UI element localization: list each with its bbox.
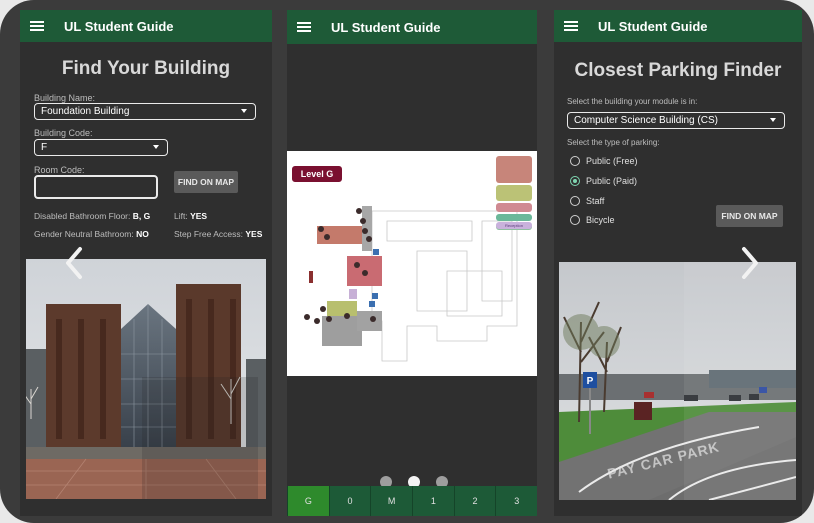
svg-text:P: P bbox=[587, 376, 594, 387]
page-title: Find Your Building bbox=[61, 58, 231, 79]
gender-neutral-info: Gender Neutral Bathroom: NO bbox=[34, 229, 149, 239]
find-on-map-button[interactable]: FIND ON MAP bbox=[716, 205, 783, 227]
building-name-dropdown[interactable]: Foundation Building bbox=[34, 103, 256, 120]
building-code-label: Building Code: bbox=[34, 128, 93, 138]
chevron-down-icon bbox=[153, 145, 159, 149]
step-free-info: Step Free Access: YES bbox=[174, 229, 262, 239]
disabled-bathroom-info: Disabled Bathroom Floor: B, G bbox=[34, 211, 150, 221]
floor-map-screen: UL Student Guide Reception Level G G 0 M… bbox=[287, 10, 537, 516]
room-code-input[interactable] bbox=[34, 175, 158, 199]
chevron-down-icon bbox=[241, 109, 247, 113]
radio-label: Bicycle bbox=[586, 215, 615, 225]
disabled-bathroom-value: B, G bbox=[132, 211, 151, 221]
app-title: UL Student Guide bbox=[331, 19, 441, 35]
radio-button[interactable] bbox=[570, 156, 580, 166]
radio-button-selected[interactable] bbox=[570, 176, 580, 186]
app-title: UL Student Guide bbox=[598, 18, 708, 34]
level-tab-m[interactable]: M bbox=[370, 486, 413, 516]
app-title: UL Student Guide bbox=[64, 18, 174, 34]
radio-button[interactable] bbox=[570, 196, 580, 206]
app-bar: UL Student Guide bbox=[20, 10, 272, 42]
room-code-label: Room Code: bbox=[34, 165, 85, 175]
menu-icon[interactable] bbox=[564, 21, 578, 31]
chevron-right-icon[interactable] bbox=[740, 246, 760, 285]
radio-public-free[interactable]: Public (Free) bbox=[570, 156, 638, 166]
gender-neutral-value: NO bbox=[136, 229, 149, 239]
level-tab-g[interactable]: G bbox=[287, 486, 329, 516]
menu-icon[interactable] bbox=[30, 21, 44, 31]
building-code-value: F bbox=[41, 142, 48, 153]
page-title: Closest Parking Finder bbox=[574, 60, 782, 81]
level-selector: G 0 M 1 2 3 bbox=[287, 486, 537, 516]
app-mockup-frame: UL Student Guide Find Your Building Buil… bbox=[0, 0, 814, 523]
level-tab-1[interactable]: 1 bbox=[412, 486, 454, 516]
building-photo bbox=[26, 259, 266, 499]
level-tab-3[interactable]: 3 bbox=[495, 486, 537, 516]
radio-public-paid[interactable]: Public (Paid) bbox=[570, 176, 637, 186]
step-free-label: Step Free Access: bbox=[174, 229, 243, 239]
parking-finder-screen: UL Student Guide Closest Parking Finder … bbox=[554, 10, 802, 516]
radio-label: Public (Paid) bbox=[586, 176, 638, 186]
level-badge: Level G bbox=[291, 165, 343, 183]
radio-label: Staff bbox=[586, 196, 605, 206]
lift-value: YES bbox=[190, 211, 208, 221]
radio-button[interactable] bbox=[570, 215, 580, 225]
building-code-dropdown[interactable]: F bbox=[34, 139, 168, 156]
building-name-value: Foundation Building bbox=[41, 106, 130, 117]
level-tab-2[interactable]: 2 bbox=[453, 486, 496, 516]
radio-label: Public (Free) bbox=[586, 156, 638, 166]
module-building-dropdown[interactable]: Computer Science Building (CS) bbox=[567, 112, 785, 129]
step-free-value: YES bbox=[245, 229, 263, 239]
building-prompt: Select the building your module is in: bbox=[567, 97, 698, 106]
disabled-bathroom-label: Disabled Bathroom Floor: bbox=[34, 211, 131, 221]
radio-bicycle[interactable]: Bicycle bbox=[570, 215, 615, 225]
gender-neutral-label: Gender Neutral Bathroom: bbox=[34, 229, 134, 239]
legend-reception: Reception bbox=[496, 222, 532, 229]
app-bar: UL Student Guide bbox=[287, 10, 537, 44]
chevron-down-icon bbox=[770, 118, 776, 122]
lift-info: Lift: YES bbox=[174, 211, 207, 221]
radio-staff[interactable]: Staff bbox=[570, 196, 604, 206]
floor-plan-map[interactable] bbox=[287, 151, 537, 376]
building-finder-screen: UL Student Guide Find Your Building Buil… bbox=[20, 10, 272, 516]
module-building-value: Computer Science Building (CS) bbox=[574, 115, 718, 126]
lift-label: Lift: bbox=[174, 211, 188, 221]
building-name-label: Building Name: bbox=[34, 93, 96, 103]
find-on-map-button[interactable]: FIND ON MAP bbox=[174, 171, 238, 193]
menu-icon[interactable] bbox=[297, 22, 311, 32]
chevron-left-icon[interactable] bbox=[64, 246, 84, 285]
parking-prompt: Select the type of parking: bbox=[567, 138, 660, 147]
app-bar: UL Student Guide bbox=[554, 10, 802, 42]
level-tab-0[interactable]: 0 bbox=[328, 486, 371, 516]
